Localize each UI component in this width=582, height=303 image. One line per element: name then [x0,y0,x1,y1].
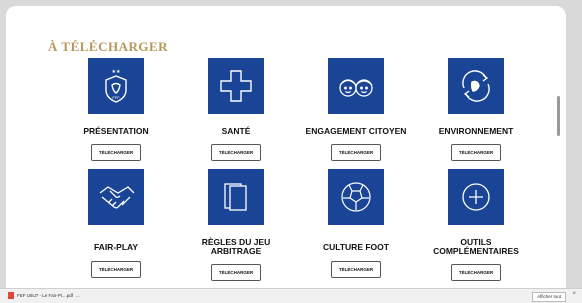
card-title: ENGAGEMENT CITOYEN [305,126,407,136]
download-button[interactable]: TÉLÉCHARGER [211,144,261,161]
handshake-icon[interactable] [88,169,144,225]
close-icon[interactable]: × [572,291,576,297]
download-button[interactable]: TÉLÉCHARGER [331,144,381,161]
card-title: CULTURE FOOT [323,242,389,252]
card-regles-du-jeu: RÈGLES DU JEU ARBITRAGE TÉLÉCHARGER [180,169,292,281]
card-title: ENVIRONNEMENT [438,126,514,136]
rooster-cycle-icon[interactable] [448,58,504,114]
svg-text:★★: ★★ [112,69,121,75]
card-environnement: ENVIRONNEMENT TÉLÉCHARGER [420,58,532,161]
plus-circle-icon[interactable] [448,169,504,225]
card-title: FAIR-PLAY [93,242,139,252]
scrollbar[interactable] [557,96,560,136]
football-icon[interactable] [328,169,384,225]
card-fair-play: FAIR-PLAY TÉLÉCHARGER [60,169,172,278]
card-engagement-citoyen: ENGAGEMENT CITOYEN TÉLÉCHARGER [300,58,412,161]
card-title: PRÉSENTATION [83,126,149,136]
card-outils-complementaires: OUTILS COMPLÉMENTAIRES TÉLÉCHARGER [420,169,532,281]
download-button[interactable]: TÉLÉCHARGER [451,144,501,161]
card-culture-foot: CULTURE FOOT TÉLÉCHARGER [300,169,412,278]
card-title: RÈGLES DU JEU ARBITRAGE [201,237,271,256]
cards-icon[interactable] [208,169,264,225]
faces-icon[interactable] [328,58,384,114]
download-button[interactable]: TÉLÉCHARGER [91,144,141,161]
page: À TÉLÉCHARGER ★★ FFF PRÉSENTATION TÉLÉCH… [6,6,566,288]
cross-icon[interactable] [208,58,264,114]
download-button[interactable]: TÉLÉCHARGER [451,264,501,281]
fff-logo-icon[interactable]: ★★ FFF [88,58,144,114]
show-all-button[interactable]: Afficher tout [532,292,566,302]
card-sante: SANTÉ TÉLÉCHARGER [180,58,292,161]
download-item[interactable]: FEF U6U7 - Le Fair-Pl....pdf ... [8,292,80,299]
download-button[interactable]: TÉLÉCHARGER [211,264,261,281]
download-filename: FEF U6U7 - Le Fair-Pl....pdf [17,293,74,298]
section-heading: À TÉLÉCHARGER [48,39,169,54]
card-title: SANTÉ [221,126,251,136]
download-button[interactable]: TÉLÉCHARGER [91,261,141,278]
card-title: OUTILS COMPLÉMENTAIRES [433,237,519,256]
download-button[interactable]: TÉLÉCHARGER [331,261,381,278]
svg-text:FFF: FFF [112,95,120,100]
card-presentation: ★★ FFF PRÉSENTATION TÉLÉCHARGER [60,58,172,161]
download-bar: FEF U6U7 - Le Fair-Pl....pdf ... Affiche… [0,288,582,303]
pdf-icon [8,292,14,299]
more-options-icon[interactable]: ... [76,293,80,298]
